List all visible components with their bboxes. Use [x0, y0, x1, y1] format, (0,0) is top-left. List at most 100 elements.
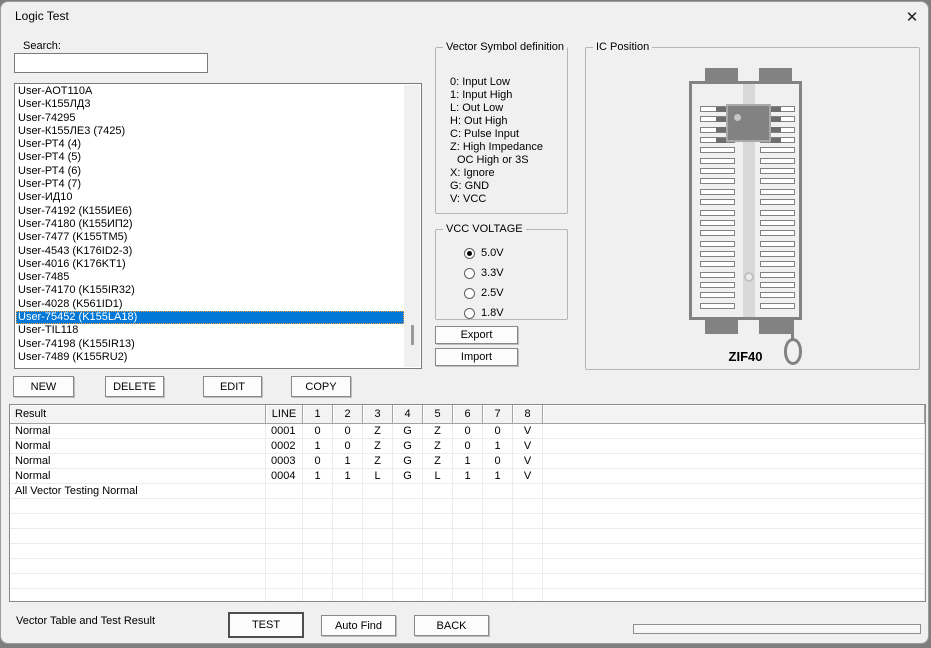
table-cell: V	[513, 424, 543, 438]
table-cell	[393, 514, 423, 528]
test-button[interactable]: TEST	[229, 613, 303, 637]
vcc-radio-3.3v[interactable]: 3.3V	[464, 266, 504, 280]
pin-slot	[760, 189, 795, 195]
radio-selected-icon[interactable]	[464, 248, 475, 259]
list-item[interactable]: User-РТ4 (6)	[16, 165, 404, 178]
table-cell: Normal	[10, 454, 266, 468]
header-filler	[543, 405, 925, 424]
table-row[interactable]: Normal000411LGL11V	[10, 469, 925, 484]
search-input[interactable]	[14, 53, 208, 73]
table-cell	[303, 574, 333, 588]
table-row[interactable]: Normal000301ZGZ10V	[10, 454, 925, 469]
table-row[interactable]: All Vector Testing Normal	[10, 484, 925, 499]
table-cell: 0	[303, 424, 333, 438]
socket-screw-icon	[744, 272, 754, 282]
list-item[interactable]: User-ИД10	[16, 191, 404, 204]
table-cell	[393, 484, 423, 498]
vector-symbol-line: H: Out High	[450, 115, 543, 128]
list-item[interactable]: User-TIL118	[16, 324, 404, 337]
list-item[interactable]: User-74295	[16, 112, 404, 125]
auto-find-button[interactable]: Auto Find	[321, 615, 396, 636]
pin-slot	[760, 272, 795, 278]
list-item[interactable]: User-7477 (K155TM5)	[16, 231, 404, 244]
table-row[interactable]: Normal000100ZGZ00V	[10, 424, 925, 439]
table-row[interactable]	[10, 499, 925, 514]
list-item[interactable]: User-74192 (К155ИЕ6)	[16, 205, 404, 218]
table-cell: Z	[363, 439, 393, 453]
table-cell: 1	[303, 469, 333, 483]
list-item[interactable]: User-4028 (K561ID1)	[16, 298, 404, 311]
pin-slot	[760, 199, 795, 205]
radio-icon[interactable]	[464, 288, 475, 299]
copy-button[interactable]: COPY	[291, 376, 351, 397]
list-item[interactable]: User-К155ЛД3	[16, 98, 404, 111]
table-cell	[266, 514, 303, 528]
import-button[interactable]: Import	[435, 348, 518, 366]
chip-pin	[771, 107, 781, 112]
new-button[interactable]: NEW	[13, 376, 74, 397]
status-text: Vector Table and Test Result	[16, 615, 155, 627]
table-row[interactable]	[10, 559, 925, 574]
edit-button[interactable]: EDIT	[203, 376, 262, 397]
table-cell: Z	[363, 424, 393, 438]
table-cell: 0002	[266, 439, 303, 453]
pin-slot	[760, 303, 795, 309]
vcc-radio-1.8v[interactable]: 1.8V	[464, 306, 504, 320]
list-scrollbar[interactable]	[404, 85, 420, 367]
pin-slot	[700, 261, 735, 267]
table-cell	[393, 529, 423, 543]
list-item[interactable]: User-74198 (K155IR13)	[16, 338, 404, 351]
list-item[interactable]: User-РТ4 (4)	[16, 138, 404, 151]
list-item[interactable]: User-4543 (K176ID2-3)	[16, 245, 404, 258]
table-cell	[483, 499, 513, 513]
pin-slot	[700, 210, 735, 216]
table-cell: G	[393, 454, 423, 468]
table-cell: 1	[333, 469, 363, 483]
list-item[interactable]: User-РТ4 (7)	[16, 178, 404, 191]
scrollbar-thumb[interactable]	[411, 325, 414, 345]
pin-slot	[700, 292, 735, 298]
radio-icon[interactable]	[464, 308, 475, 319]
export-button[interactable]: Export	[435, 326, 518, 344]
table-row[interactable]: Normal000210ZGZ01V	[10, 439, 925, 454]
table-row[interactable]	[10, 589, 925, 602]
list-item[interactable]: User-К155ЛЕ3 (7425)	[16, 125, 404, 138]
vcc-radio-2.5v[interactable]: 2.5V	[464, 286, 504, 300]
table-row[interactable]	[10, 544, 925, 559]
table-cell	[363, 559, 393, 573]
table-cell	[483, 529, 513, 543]
vector-symbol-group: Vector Symbol definition 0: Input Low1: …	[435, 47, 568, 214]
vcc-voltage-group: VCC VOLTAGE 5.0V3.3V2.5V1.8V	[435, 229, 568, 320]
table-cell	[393, 589, 423, 602]
table-cell: G	[393, 439, 423, 453]
vcc-radio-5.0v[interactable]: 5.0V	[464, 246, 504, 260]
header-cell: 7	[483, 405, 513, 424]
list-item[interactable]: User-75452 (K155LA18)	[16, 311, 404, 324]
table-cell	[333, 589, 363, 602]
radio-icon[interactable]	[464, 268, 475, 279]
list-item[interactable]: User-74170 (K155IR32)	[16, 284, 404, 297]
list-item[interactable]: User-РТ4 (5)	[16, 151, 404, 164]
delete-button[interactable]: DELETE	[105, 376, 164, 397]
table-cell	[333, 559, 363, 573]
back-button[interactable]: BACK	[414, 615, 489, 636]
result-table-header: ResultLINE12345678	[10, 405, 925, 424]
table-cell	[543, 574, 925, 588]
list-item[interactable]: User-7485	[16, 271, 404, 284]
close-icon[interactable]: ✕	[897, 4, 927, 30]
table-cell	[10, 544, 266, 558]
list-item[interactable]: User-7489 (K155RU2)	[16, 351, 404, 364]
table-row[interactable]	[10, 529, 925, 544]
table-cell: All Vector Testing Normal	[10, 484, 266, 498]
table-row[interactable]	[10, 514, 925, 529]
table-cell: Z	[363, 454, 393, 468]
table-cell	[453, 484, 483, 498]
table-row[interactable]	[10, 574, 925, 589]
list-item[interactable]: User-74180 (К155ИП2)	[16, 218, 404, 231]
table-cell	[333, 544, 363, 558]
table-cell	[453, 589, 483, 602]
table-cell	[453, 529, 483, 543]
table-cell: Normal	[10, 424, 266, 438]
list-item[interactable]: User-4016 (K176KT1)	[16, 258, 404, 271]
list-item[interactable]: User-AOT110A	[16, 85, 404, 98]
